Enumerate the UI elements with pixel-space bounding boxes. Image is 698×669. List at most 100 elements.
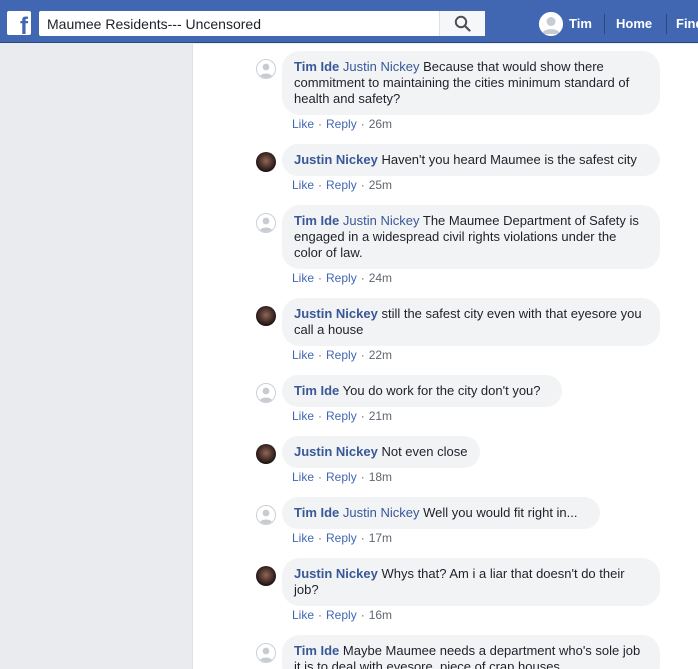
like-link[interactable]: Like — [292, 348, 314, 362]
comments-thread: Tim Ide Justin Nickey Because that would… — [192, 44, 698, 669]
action-separator: · — [360, 178, 365, 192]
user-avatar — [539, 12, 563, 36]
comment-author[interactable]: Justin Nickey — [294, 152, 378, 167]
comment-actions: Like · Reply · 16m — [292, 608, 392, 622]
search-bar — [39, 11, 485, 36]
like-link[interactable]: Like — [292, 271, 314, 285]
action-separator: · — [360, 608, 365, 622]
comment-author[interactable]: Tim Ide — [294, 505, 339, 520]
commenter-avatar[interactable] — [256, 152, 276, 172]
default-avatar-icon — [259, 63, 273, 78]
like-link[interactable]: Like — [292, 178, 314, 192]
default-avatar-icon — [539, 12, 563, 36]
comment-author[interactable]: Tim Ide — [294, 643, 339, 658]
reply-link[interactable]: Reply — [326, 117, 357, 131]
default-avatar-icon — [259, 647, 273, 662]
comment-actions: Like · Reply · 22m — [292, 348, 392, 362]
search-input[interactable] — [39, 11, 439, 36]
action-separator: · — [318, 531, 323, 545]
action-separator: · — [318, 470, 323, 484]
comment-actions: Like · Reply · 17m — [292, 531, 392, 545]
like-link[interactable]: Like — [292, 531, 314, 545]
commenter-avatar[interactable] — [256, 505, 276, 525]
action-separator: · — [318, 409, 323, 423]
comment-timestamp[interactable]: 25m — [369, 178, 392, 192]
comment-author[interactable]: Justin Nickey — [294, 444, 378, 459]
commenter-avatar[interactable] — [256, 213, 276, 233]
comment-bubble: Justin Nickey Whys that? Am i a liar tha… — [282, 558, 660, 606]
commenter-avatar[interactable] — [256, 59, 276, 79]
action-separator: · — [360, 409, 365, 423]
comment-bubble: Justin Nickey Haven't you heard Maumee i… — [282, 144, 660, 176]
comment-text: Not even close — [381, 444, 468, 459]
comment-text: Maybe Maumee needs a department who's so… — [294, 643, 641, 669]
action-separator: · — [318, 608, 323, 622]
search-button[interactable] — [439, 11, 485, 36]
comment-mention[interactable]: Justin Nickey — [343, 213, 420, 228]
reply-link[interactable]: Reply — [326, 470, 357, 484]
nav-divider — [604, 14, 605, 34]
like-link[interactable]: Like — [292, 117, 314, 131]
action-separator: · — [360, 271, 365, 285]
commenter-avatar[interactable] — [256, 383, 276, 403]
search-icon — [454, 15, 471, 32]
comment-timestamp[interactable]: 18m — [369, 470, 392, 484]
comment-timestamp[interactable]: 21m — [369, 409, 392, 423]
default-avatar-icon — [259, 509, 273, 524]
like-link[interactable]: Like — [292, 470, 314, 484]
facebook-logo-icon[interactable]: f — [7, 11, 31, 39]
commenter-avatar[interactable] — [256, 444, 276, 464]
action-separator: · — [318, 117, 323, 131]
comment-text: Well you would fit right in... — [423, 505, 578, 520]
comment-author[interactable]: Tim Ide — [294, 213, 339, 228]
comment-author[interactable]: Tim Ide — [294, 383, 339, 398]
action-separator: · — [318, 271, 323, 285]
nav-divider — [666, 14, 667, 34]
commenter-avatar[interactable] — [256, 306, 276, 326]
commenter-avatar[interactable] — [256, 566, 276, 586]
comment-text: You do work for the city don't you? — [342, 383, 541, 398]
comment-timestamp[interactable]: 24m — [369, 271, 392, 285]
comment-author[interactable]: Tim Ide — [294, 59, 339, 74]
reply-link[interactable]: Reply — [326, 178, 357, 192]
action-separator: · — [318, 348, 323, 362]
like-link[interactable]: Like — [292, 409, 314, 423]
comment-author[interactable]: Justin Nickey — [294, 566, 378, 581]
comment-author[interactable]: Justin Nickey — [294, 306, 378, 321]
comment-actions: Like · Reply · 26m — [292, 117, 392, 131]
reply-link[interactable]: Reply — [326, 409, 357, 423]
find-friends-link[interactable]: Find — [676, 16, 698, 31]
comment-bubble: Justin Nickey Not even close — [282, 436, 480, 468]
comment-actions: Like · Reply · 21m — [292, 409, 392, 423]
default-avatar-icon — [259, 217, 273, 232]
comment-timestamp[interactable]: 26m — [369, 117, 392, 131]
comment-actions: Like · Reply · 25m — [292, 178, 392, 192]
action-separator: · — [360, 470, 365, 484]
comment-bubble: Tim Ide Justin Nickey Because that would… — [282, 51, 660, 115]
comment-timestamp[interactable]: 16m — [369, 608, 392, 622]
comment-mention[interactable]: Justin Nickey — [343, 505, 420, 520]
default-avatar-icon — [259, 387, 273, 402]
like-link[interactable]: Like — [292, 608, 314, 622]
action-separator: · — [318, 178, 323, 192]
action-separator: · — [360, 117, 365, 131]
comment-bubble: Tim Ide Justin Nickey Well you would fit… — [282, 497, 600, 529]
comment-text: Haven't you heard Maumee is the safest c… — [381, 152, 637, 167]
reply-link[interactable]: Reply — [326, 271, 357, 285]
home-link[interactable]: Home — [616, 16, 652, 31]
comment-bubble: Tim Ide You do work for the city don't y… — [282, 375, 562, 407]
profile-name[interactable]: Tim — [569, 16, 592, 31]
reply-link[interactable]: Reply — [326, 608, 357, 622]
comment-bubble: Tim Ide Maybe Maumee needs a department … — [282, 635, 660, 669]
reply-link[interactable]: Reply — [326, 348, 357, 362]
comment-actions: Like · Reply · 24m — [292, 271, 392, 285]
top-navigation-bar: f Tim Home Find — [0, 0, 698, 43]
comment-bubble: Justin Nickey still the safest city even… — [282, 298, 660, 346]
comment-timestamp[interactable]: 17m — [369, 531, 392, 545]
commenter-avatar[interactable] — [256, 643, 276, 663]
comment-mention[interactable]: Justin Nickey — [343, 59, 420, 74]
comment-timestamp[interactable]: 22m — [369, 348, 392, 362]
reply-link[interactable]: Reply — [326, 531, 357, 545]
action-separator: · — [360, 531, 365, 545]
comment-bubble: Tim Ide Justin Nickey The Maumee Departm… — [282, 205, 660, 269]
